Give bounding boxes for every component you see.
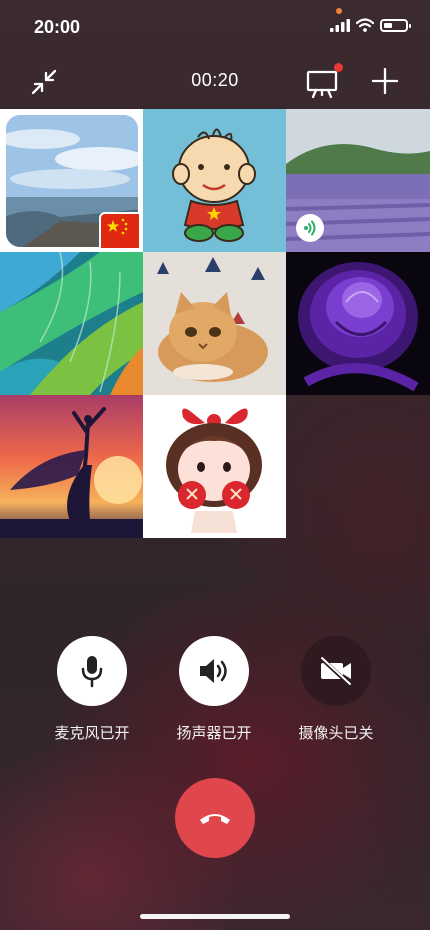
hang-up-icon <box>200 814 230 824</box>
speaker-control: 扬声器已开 <box>154 636 274 743</box>
battery-icon <box>380 18 411 32</box>
dancer-silhouette-sunset <box>0 395 143 538</box>
speaking-icon <box>304 220 316 236</box>
wifi-icon <box>356 18 374 32</box>
participant-tile[interactable] <box>0 395 143 538</box>
china-flag-badge <box>99 212 141 250</box>
camera-status-label: 摄像头已关 <box>298 725 374 742</box>
status-bar: 20:00 <box>0 0 430 54</box>
mic-status-label: 麦克风已开 <box>54 725 130 742</box>
participant-tile[interactable] <box>143 252 286 395</box>
mic-control: 麦克风已开 <box>32 636 152 743</box>
cartoon-boy <box>172 128 256 242</box>
status-time: 20:00 <box>34 17 81 37</box>
participant-tile[interactable] <box>286 109 430 252</box>
camera-off-icon <box>319 656 351 686</box>
participant-tile[interactable] <box>143 395 286 538</box>
call-controls: 麦克风已开 扬声器已开 摄像头已关 <box>0 636 430 746</box>
status-icons <box>330 18 411 32</box>
notification-badge <box>334 63 343 72</box>
camera-toggle-button[interactable] <box>301 636 371 706</box>
call-top-bar: 00:20 <box>0 58 430 104</box>
camera-indicator-dot <box>336 8 342 14</box>
participant-tile[interactable] <box>0 109 143 252</box>
signal-icon <box>330 18 350 32</box>
camera-control: 摄像头已关 <box>276 636 396 743</box>
speaker-status-label: 扬声器已开 <box>176 725 252 742</box>
hang-up-button[interactable] <box>175 778 255 858</box>
call-timer: 00:20 <box>191 70 239 90</box>
participant-tile[interactable] <box>143 109 286 252</box>
home-indicator[interactable] <box>140 914 290 919</box>
participant-grid <box>0 109 430 538</box>
cartoon-girl-red-bow <box>143 395 286 538</box>
mic-toggle-button[interactable] <box>57 636 127 706</box>
participant-tile[interactable] <box>286 252 430 395</box>
colorful-feathers-photo <box>0 252 143 395</box>
china-flag-icon <box>106 218 128 235</box>
participant-tile[interactable] <box>0 252 143 395</box>
speaker-toggle-button[interactable] <box>179 636 249 706</box>
kitten-photo <box>143 252 286 395</box>
speaking-indicator <box>296 214 324 242</box>
speaker-icon <box>200 659 227 683</box>
plus-icon[interactable] <box>370 66 400 96</box>
purple-rose-photo <box>286 252 430 395</box>
microphone-icon <box>81 656 103 688</box>
